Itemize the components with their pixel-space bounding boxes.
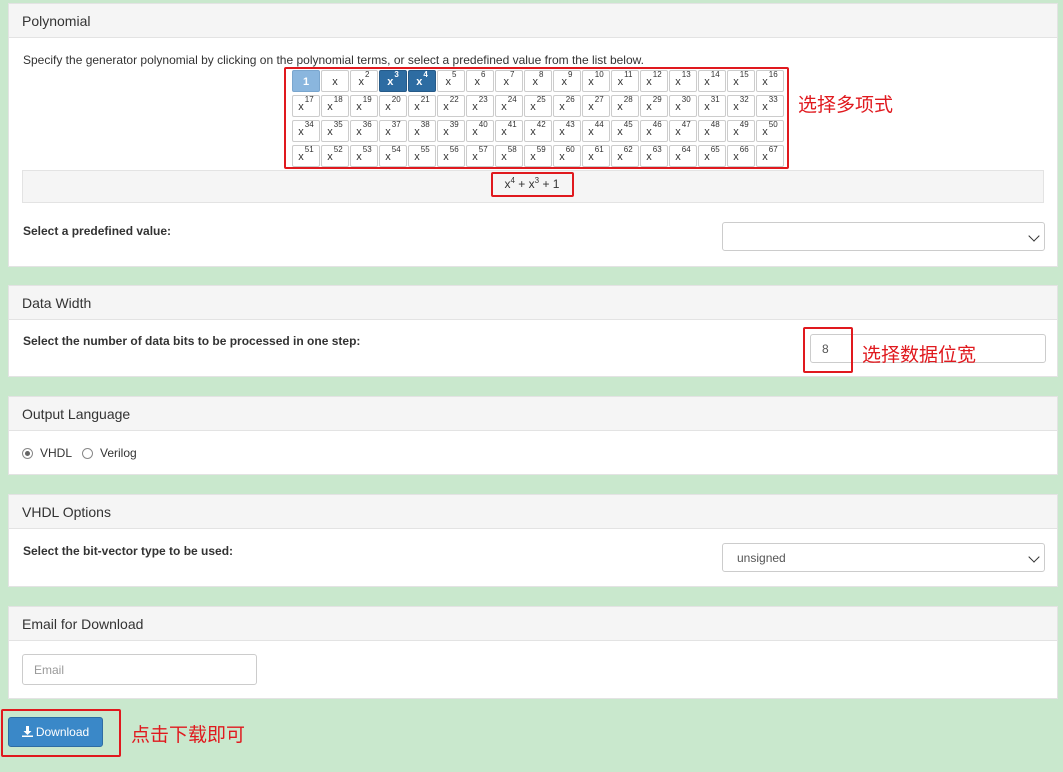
output-language-header: Output Language [9,397,1057,431]
email-panel: Email for Download [8,606,1058,699]
bit-vector-type-select[interactable]: unsigned [722,543,1045,572]
chevron-down-icon [1028,551,1040,563]
verilog-radio[interactable] [82,448,93,459]
chevron-down-icon [1028,230,1040,242]
annotation-click-download: 点击下载即可 [131,724,246,746]
bit-vector-type-value: unsigned [737,551,786,565]
predefined-value-select[interactable] [722,222,1045,251]
verilog-radio-label: Verilog [100,446,137,460]
data-width-label: Select the number of data bits to be pro… [23,334,361,348]
data-width-highlight-box [803,327,853,373]
annotation-select-width: 选择数据位宽 [862,344,977,366]
vhdl-options-header: VHDL Options [9,495,1057,529]
terms-highlight-box [284,67,789,169]
bit-vector-label: Select the bit-vector type to be used: [23,544,234,558]
polynomial-instruction: Specify the generator polynomial by clic… [23,53,644,67]
polynomial-header: Polynomial [9,4,1057,38]
expression-highlight-box [491,172,574,197]
crc-generator-page: Polynomial Specify the generator polynom… [0,0,1063,772]
annotation-select-terms: 选择多项式 [798,94,894,116]
download-highlight-box [1,709,121,757]
vhdl-radio-label: VHDL [40,446,73,460]
output-language-panel: Output Language [8,396,1058,475]
email-header: Email for Download [9,607,1057,641]
predefined-label: Select a predefined value: [23,224,172,238]
vhdl-radio[interactable] [22,448,33,459]
email-input[interactable] [22,654,257,685]
vhdl-options-panel: VHDL Options Select the bit-vector type … [8,494,1058,587]
data-width-header: Data Width [9,286,1057,320]
